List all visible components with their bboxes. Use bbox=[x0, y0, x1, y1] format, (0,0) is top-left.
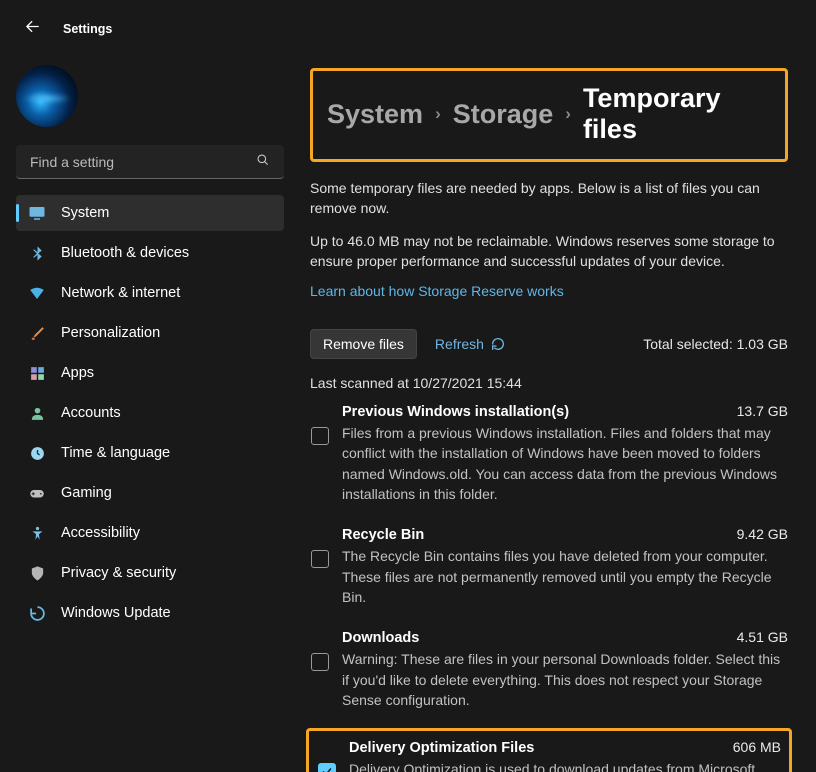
item-size: 606 MB bbox=[717, 739, 781, 755]
privacy-icon bbox=[28, 564, 46, 582]
item-size: 4.51 GB bbox=[721, 629, 788, 645]
sidebar-item-label: Personalization bbox=[61, 325, 160, 341]
total-selected: Total selected: 1.03 GB bbox=[643, 336, 788, 352]
item-description: Files from a previous Windows installati… bbox=[342, 423, 788, 504]
info-paragraph: Some temporary files are needed by apps.… bbox=[310, 178, 788, 219]
sidebar-item-apps[interactable]: Apps bbox=[16, 355, 284, 391]
sidebar-item-label: Accounts bbox=[61, 405, 121, 421]
sidebar-item-label: Network & internet bbox=[61, 285, 180, 301]
search-input[interactable] bbox=[16, 145, 284, 179]
sidebar-item-accounts[interactable]: Accounts bbox=[16, 395, 284, 431]
sidebar-item-label: Time & language bbox=[61, 445, 170, 461]
item-size: 9.42 GB bbox=[721, 526, 788, 542]
back-button[interactable] bbox=[24, 18, 41, 40]
temp-file-item: Downloads 4.51 GB Warning: These are files… bbox=[310, 629, 788, 732]
info-paragraph: Up to 46.0 MB may not be reclaimable. Wi… bbox=[310, 231, 788, 272]
clock-icon bbox=[28, 444, 46, 462]
breadcrumb-storage[interactable]: Storage bbox=[453, 99, 554, 130]
temp-file-item: Delivery Optimization Files 606 MB Deliver… bbox=[306, 728, 792, 772]
item-description: The Recycle Bin contains files you have … bbox=[342, 546, 788, 607]
last-scanned: Last scanned at 10/27/2021 15:44 bbox=[310, 375, 788, 391]
system-icon bbox=[28, 204, 46, 222]
item-title: Delivery Optimization Files bbox=[349, 740, 534, 756]
item-title: Downloads bbox=[342, 630, 419, 646]
item-description: Warning: These are files in your persona… bbox=[342, 649, 788, 710]
sidebar-item-label: Gaming bbox=[61, 485, 112, 501]
item-title: Recycle Bin bbox=[342, 527, 424, 543]
refresh-label: Refresh bbox=[435, 336, 484, 352]
wifi-icon bbox=[28, 284, 46, 302]
bluetooth-icon bbox=[28, 244, 46, 262]
item-title: Previous Windows installation(s) bbox=[342, 404, 569, 420]
gaming-icon bbox=[28, 484, 46, 502]
sidebar-item-label: Windows Update bbox=[61, 605, 171, 621]
sidebar-item-accessibility[interactable]: Accessibility bbox=[16, 515, 284, 551]
brush-icon bbox=[28, 324, 46, 342]
sidebar-item-privacy-security[interactable]: Privacy & security bbox=[16, 555, 284, 591]
sidebar-item-time-language[interactable]: Time & language bbox=[16, 435, 284, 471]
breadcrumb-system[interactable]: System bbox=[327, 99, 423, 130]
sidebar-item-label: Privacy & security bbox=[61, 565, 176, 581]
breadcrumb-current: Temporary files bbox=[583, 83, 771, 145]
sidebar-item-label: System bbox=[61, 205, 109, 221]
search-icon bbox=[256, 153, 270, 170]
chevron-right-icon: › bbox=[435, 104, 441, 124]
sidebar: System Bluetooth & devices Network & inter… bbox=[0, 48, 300, 772]
sidebar-item-personalization[interactable]: Personalization bbox=[16, 315, 284, 351]
accessibility-icon bbox=[28, 524, 46, 542]
storage-reserve-link[interactable]: Learn about how Storage Reserve works bbox=[310, 283, 564, 299]
apps-icon bbox=[28, 364, 46, 382]
refresh-button[interactable]: Refresh bbox=[435, 336, 506, 352]
item-description: Delivery Optimization is used to downloa… bbox=[349, 759, 781, 772]
content-area: System › Storage › Temporary files Some … bbox=[300, 48, 816, 772]
sidebar-item-label: Apps bbox=[61, 365, 94, 381]
search-field[interactable] bbox=[30, 154, 256, 170]
sidebar-item-gaming[interactable]: Gaming bbox=[16, 475, 284, 511]
refresh-icon bbox=[490, 336, 506, 352]
breadcrumb: System › Storage › Temporary files bbox=[327, 83, 771, 145]
avatar[interactable] bbox=[16, 65, 78, 127]
item-checkbox[interactable] bbox=[311, 550, 329, 568]
item-checkbox[interactable] bbox=[311, 427, 329, 445]
update-icon bbox=[28, 604, 46, 622]
temp-file-item: Recycle Bin 9.42 GB The Recycle Bin contai… bbox=[310, 526, 788, 629]
temp-file-item: Previous Windows installation(s) 13.7 GB F… bbox=[310, 403, 788, 526]
sidebar-item-system[interactable]: System bbox=[16, 195, 284, 231]
chevron-right-icon: › bbox=[565, 104, 571, 124]
sidebar-item-windows-update[interactable]: Windows Update bbox=[16, 595, 284, 631]
sidebar-item-network-internet[interactable]: Network & internet bbox=[16, 275, 284, 311]
item-size: 13.7 GB bbox=[721, 403, 788, 419]
app-title: Settings bbox=[63, 22, 112, 36]
sidebar-item-bluetooth-devices[interactable]: Bluetooth & devices bbox=[16, 235, 284, 271]
breadcrumb-highlight: System › Storage › Temporary files bbox=[310, 68, 788, 162]
accounts-icon bbox=[28, 404, 46, 422]
item-checkbox[interactable] bbox=[311, 653, 329, 671]
sidebar-item-label: Bluetooth & devices bbox=[61, 245, 189, 261]
sidebar-item-label: Accessibility bbox=[61, 525, 140, 541]
remove-files-button[interactable]: Remove files bbox=[310, 329, 417, 359]
